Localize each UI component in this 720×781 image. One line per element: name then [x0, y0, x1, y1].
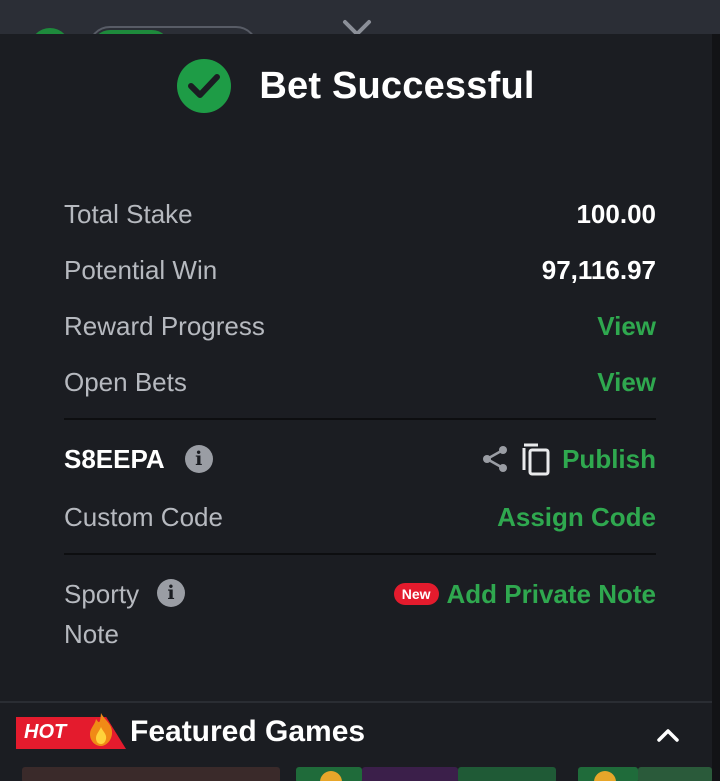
game-thumbnail[interactable]	[458, 767, 556, 781]
featured-games-title: Featured Games	[130, 715, 366, 748]
open-bets-label: Open Bets	[64, 366, 187, 397]
divider	[64, 418, 656, 420]
row-custom-code: Custom Code Assign Code	[64, 497, 656, 537]
publish-button[interactable]: Publish	[562, 444, 656, 475]
row-booking-code: S8EEPA i Publish	[64, 438, 656, 480]
sporty-note-row: Sporty i Note New Add Private Note	[64, 574, 656, 654]
assign-code-button[interactable]: Assign Code	[497, 502, 656, 533]
potential-win-label: Potential Win	[64, 254, 218, 285]
game-thumbnail[interactable]	[362, 767, 458, 781]
success-header: Bet Successful	[0, 59, 712, 113]
new-badge: New	[393, 583, 439, 605]
page-title: Bet Successful	[259, 64, 535, 107]
share-icon[interactable]	[480, 444, 510, 474]
row-potential-win: Potential Win 97,116.97	[64, 250, 656, 290]
info-icon[interactable]: i	[157, 579, 185, 607]
total-stake-label: Total Stake	[64, 198, 193, 229]
open-bets-view-link[interactable]: View	[597, 367, 656, 398]
row-open-bets: Open Bets View	[64, 362, 656, 402]
add-private-note-button[interactable]: Add Private Note	[447, 579, 657, 610]
sporty-note-label: Sporty	[64, 579, 140, 609]
game-thumbnail[interactable]	[638, 767, 712, 781]
reward-progress-label: Reward Progress	[64, 310, 265, 341]
scrollbar[interactable]	[712, 34, 720, 781]
row-reward-progress: Reward Progress View	[64, 306, 656, 346]
flame-icon	[90, 713, 113, 746]
booking-code: S8EEPA	[64, 443, 165, 474]
potential-win-value: 97,116.97	[541, 254, 656, 285]
chevron-up-icon[interactable]	[654, 721, 682, 749]
hot-badge-label: HOT	[24, 721, 67, 743]
divider	[64, 553, 656, 555]
total-stake-value: 100.00	[576, 198, 656, 229]
hot-badge: HOT	[16, 713, 126, 749]
game-thumbnail[interactable]	[22, 767, 280, 781]
bet-success-panel	[0, 34, 712, 781]
custom-code-label: Custom Code	[64, 501, 223, 532]
info-icon[interactable]: i	[184, 445, 213, 473]
copy-icon[interactable]	[520, 442, 552, 476]
reward-progress-view-link[interactable]: View	[597, 311, 656, 342]
featured-games-thumbnails	[0, 767, 712, 781]
row-total-stake: Total Stake 100.00	[64, 194, 656, 234]
check-icon	[177, 59, 232, 113]
featured-games-bar[interactable]: HOT Featured Games	[0, 701, 712, 781]
sporty-note-label-line2: Note	[64, 619, 119, 649]
